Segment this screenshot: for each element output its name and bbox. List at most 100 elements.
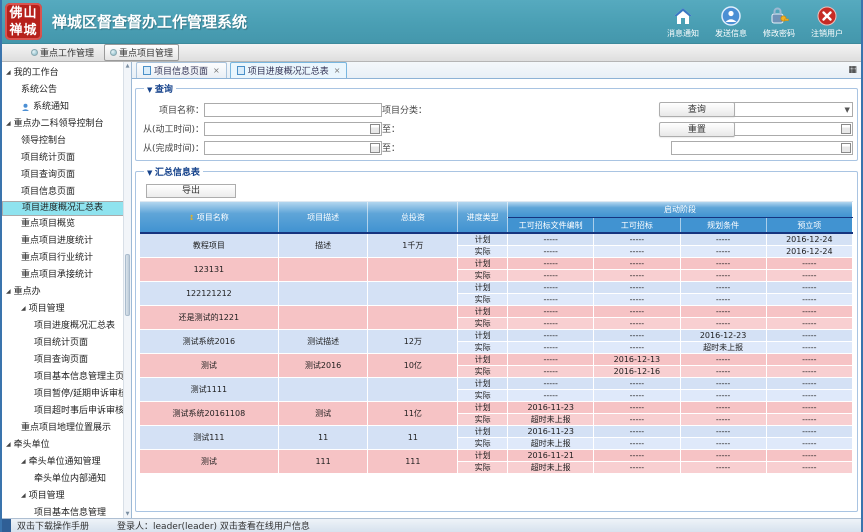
nav-key-work-management[interactable]: 重点工作管理: [26, 45, 99, 60]
col-planning-condition[interactable]: 规划条件: [680, 218, 766, 234]
table-row-plan[interactable]: 测试111111计划2016-11-21---------------: [140, 450, 852, 462]
finish-time-from-input[interactable]: [204, 141, 382, 155]
scrollbar-thumb[interactable]: [125, 254, 130, 316]
sidebar-item[interactable]: 项目基本信息管理主页面: [2, 369, 123, 386]
message-notice-button[interactable]: 消息通知: [667, 5, 699, 39]
logout-button[interactable]: 注销用户: [811, 5, 843, 39]
sidebar-item[interactable]: 项目查询页面: [2, 167, 123, 184]
reset-button[interactable]: 重置: [659, 122, 735, 137]
cell-phase-value: -----: [766, 306, 852, 318]
table-row-plan[interactable]: 教程项目描述1千万计划---------------2016-12-24: [140, 233, 852, 246]
change-password-button[interactable]: 修改密码: [763, 5, 795, 39]
cell-phase-value: 2016-12-16: [594, 366, 680, 378]
sidebar-item[interactable]: 项目暂停/延期申诉审核: [2, 386, 123, 403]
sidebar-item[interactable]: 牵头单位内部通知: [2, 471, 123, 488]
sidebar-item[interactable]: 项目统计页面: [2, 335, 123, 352]
tree-expand-icon[interactable]: ◢: [21, 301, 26, 317]
cell-total-investment: [368, 282, 458, 306]
scroll-up-icon[interactable]: ▲: [124, 63, 131, 69]
sidebar-item[interactable]: 项目基本信息管理: [2, 505, 123, 518]
close-icon[interactable]: ×: [334, 66, 341, 75]
export-button[interactable]: 导出: [146, 184, 236, 198]
col-progress-type[interactable]: 进度类型: [458, 202, 508, 233]
sidebar-item[interactable]: 项目进度概况汇总表: [2, 201, 132, 216]
sort-icon: ↕: [189, 214, 195, 222]
search-button[interactable]: 查询: [659, 102, 735, 117]
table-row-plan[interactable]: 测试系统2016测试描述12万计划----------2016-12-23---…: [140, 330, 852, 342]
calendar-icon[interactable]: [370, 124, 380, 134]
cell-phase-value: -----: [594, 318, 680, 330]
col-project-name[interactable]: ↕项目名称: [140, 202, 278, 233]
project-name-input[interactable]: [204, 103, 382, 117]
cell-progress-type: 实际: [458, 414, 508, 426]
tree-expand-icon[interactable]: ◢: [6, 65, 11, 81]
sidebar-item[interactable]: 系统通知: [2, 99, 123, 116]
tab-project-info-page[interactable]: 项目信息页面 ×: [136, 62, 227, 78]
sidebar-item[interactable]: 项目进度概况汇总表: [2, 318, 123, 335]
finish-time-to-input[interactable]: [671, 141, 853, 155]
sidebar-item[interactable]: ◢重点办二科领导控制台: [2, 116, 123, 133]
sidebar-item[interactable]: 重点项目进度统计: [2, 233, 123, 250]
table-row-plan[interactable]: 测试测试201610亿计划-----2016-12-13----------: [140, 354, 852, 366]
tree-expand-icon[interactable]: ◢: [21, 454, 26, 470]
cell-phase-value: -----: [680, 282, 766, 294]
sidebar-item[interactable]: 项目统计页面: [2, 150, 123, 167]
sidebar-item[interactable]: 领导控制台: [2, 133, 123, 150]
sidebar-item[interactable]: 重点项目地理位置展示: [2, 420, 123, 437]
login-user-info[interactable]: 登录人：leader(leader) 双击查看在线用户信息: [117, 519, 310, 532]
cell-total-investment: 11: [368, 426, 458, 450]
sidebar-item[interactable]: 项目超时事后申诉审核: [2, 403, 123, 420]
calendar-icon[interactable]: [370, 143, 380, 153]
sidebar-item-label: 重点办二科领导控制台: [14, 116, 104, 133]
sidebar-item[interactable]: ◢我的工作台: [2, 65, 123, 82]
tree-expand-icon[interactable]: ◢: [6, 437, 11, 453]
col-feasibility-doc[interactable]: 工可招标文件编制: [508, 218, 594, 234]
sidebar-item[interactable]: 项目信息页面: [2, 184, 123, 201]
calendar-icon[interactable]: [841, 143, 851, 153]
download-manual-link[interactable]: 双击下载操作手册: [17, 519, 89, 532]
col-group-startup-phase: 启动阶段: [508, 202, 853, 218]
sidebar-item[interactable]: ◢项目管理: [2, 488, 123, 505]
collapse-icon[interactable]: ▼: [147, 86, 155, 94]
sidebar-scrollbar[interactable]: ▲ ▼: [123, 62, 131, 518]
tree-expand-icon[interactable]: ◢: [6, 284, 11, 300]
sidebar-item[interactable]: 重点项目概览: [2, 216, 123, 233]
table-row-plan[interactable]: 还是测试的1221计划--------------------: [140, 306, 852, 318]
scroll-down-icon[interactable]: ▼: [124, 511, 131, 517]
cell-project-desc: [278, 306, 368, 330]
header-action-label: 消息通知: [667, 28, 699, 39]
col-total-investment[interactable]: 总投资: [368, 202, 458, 233]
tree-expand-icon[interactable]: ◢: [21, 488, 26, 504]
send-message-button[interactable]: 发送信息: [715, 5, 747, 39]
sidebar-item[interactable]: ◢重点办: [2, 284, 123, 301]
table-row-plan[interactable]: 测试1111111计划2016-11-23---------------: [140, 426, 852, 438]
sidebar-item[interactable]: 重点项目承接统计: [2, 267, 123, 284]
nav-key-project-management[interactable]: 重点项目管理: [104, 44, 179, 61]
col-pre-approval[interactable]: 预立项: [766, 218, 852, 234]
sidebar-item[interactable]: ◢牵头单位: [2, 437, 123, 454]
table-row-plan[interactable]: 123131计划--------------------: [140, 258, 852, 270]
col-project-desc[interactable]: 项目描述: [278, 202, 368, 233]
tab-progress-summary[interactable]: 项目进度概况汇总表 ×: [230, 62, 348, 78]
col-feasibility-bid[interactable]: 工可招标: [594, 218, 680, 234]
sidebar-item[interactable]: ◢牵头单位通知管理: [2, 454, 123, 471]
sidebar-item[interactable]: 系统公告: [2, 82, 123, 99]
query-fieldset: ▼ 查询 项目名称： 项目分类： ▼ 从(动工时间)： 至：: [135, 82, 858, 161]
tab-list-icon[interactable]: ▦: [848, 65, 857, 75]
sidebar-item[interactable]: 项目查询页面: [2, 352, 123, 369]
start-time-from-input[interactable]: [204, 122, 382, 136]
collapse-icon[interactable]: ▼: [147, 169, 155, 177]
close-icon[interactable]: ×: [213, 66, 220, 75]
main-content: 项目信息页面 × 项目进度概况汇总表 × ▦ ▼ 查询 项目名称：: [132, 62, 861, 518]
cell-phase-value: -----: [766, 330, 852, 342]
sidebar-item[interactable]: ◢项目管理: [2, 301, 123, 318]
tree-expand-icon[interactable]: ◢: [6, 116, 11, 132]
sidebar-item-label: 项目超时事后申诉审核: [34, 403, 123, 420]
cell-phase-value: -----: [766, 438, 852, 450]
calendar-icon[interactable]: [841, 124, 851, 134]
table-row-plan[interactable]: 122121212计划--------------------: [140, 282, 852, 294]
table-row-plan[interactable]: 测试系统20161108测试11亿计划2016-11-23-----------…: [140, 402, 852, 414]
sidebar-item-label: 项目统计页面: [21, 150, 75, 167]
sidebar-item[interactable]: 重点项目行业统计: [2, 250, 123, 267]
table-row-plan[interactable]: 测试1111计划--------------------: [140, 378, 852, 390]
